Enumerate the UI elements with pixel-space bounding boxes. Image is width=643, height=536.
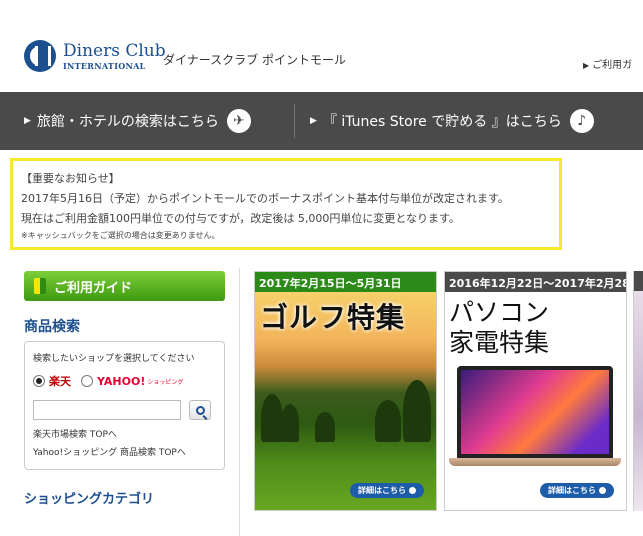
radio-yahoo[interactable] xyxy=(81,375,93,387)
pc-banner-title-line1: パソコン xyxy=(449,298,550,327)
yahoo-shopping-sub: ショッピング xyxy=(147,378,184,386)
notice-line1: 2017年5月16日（予定）からポイントモールでのボーナスポイント基本付与単位が… xyxy=(21,192,509,205)
product-search-box: 検索したいショップを選択してください 楽天 YAHOO! ショッピング 楽天市場… xyxy=(24,341,225,470)
site-header: Diners Club INTERNATIONAL ダイナースクラブ ポイントモ… xyxy=(0,0,643,92)
header-guide-link[interactable]: ▶ ご利用ガ xyxy=(583,56,632,71)
header-guide-label: ご利用ガ xyxy=(592,60,633,71)
search-lead-text: 検索したいショップを選択してください xyxy=(33,354,195,364)
yahoo-logo: YAHOO! xyxy=(97,374,146,388)
nav-divider xyxy=(294,104,295,138)
nav-itunes[interactable]: ▶ 『 iTunes Store で貯める 』はこちら ♪ xyxy=(310,92,594,150)
important-notice: 【重要なお知らせ】 2017年5月16日（予定）からポイントモールでのボーナスポ… xyxy=(10,158,562,250)
music-note-icon: ♪ xyxy=(569,109,594,133)
airplane-icon: ✈ xyxy=(226,109,251,133)
radio-rakuten[interactable] xyxy=(33,375,45,387)
beginner-leaf-icon xyxy=(34,278,46,294)
golf-detail-button[interactable]: 詳細はこちら xyxy=(350,483,424,498)
search-input[interactable] xyxy=(33,400,181,420)
nav-hotel-label: 旅館・ホテルの検索はこちら xyxy=(36,114,219,130)
triangle-right-icon: ▶ xyxy=(583,61,590,70)
logo-line1: Diners Club xyxy=(63,40,166,61)
rakuten-top-link[interactable]: 楽天市場検索 TOPへ xyxy=(33,427,216,440)
rakuten-logo: 楽天 xyxy=(49,374,71,388)
triangle-right-icon: ▶ xyxy=(24,116,31,126)
search-button[interactable] xyxy=(189,400,211,420)
notice-line2: 現在はご利用金額100円単位での付与ですが，改定後は 5,000円単位に変更とな… xyxy=(21,212,460,225)
column-divider xyxy=(239,268,240,536)
usage-guide-button[interactable]: ご利用ガイド xyxy=(24,271,225,301)
nav-hotel-search[interactable]: ▶ 旅館・ホテルの検索はこちら ✈ xyxy=(24,92,251,150)
main-navbar: ▶ 旅館・ホテルの検索はこちら ✈ ▶ 『 iTunes Store で貯める … xyxy=(0,92,643,150)
pc-banner-date: 2016年12月22日～2017年2月28日 xyxy=(445,272,626,292)
logo-line2: INTERNATIONAL xyxy=(63,60,146,71)
yahoo-top-link[interactable]: Yahoo!ショッピング 商品検索 TOPへ xyxy=(33,445,216,458)
pc-detail-button[interactable]: 詳細はこちら xyxy=(540,483,614,498)
laptop-base xyxy=(449,458,621,466)
pc-appliance-banner[interactable]: 2016年12月22日～2017年2月28日 パソコン 家電特集 詳細はこちら xyxy=(444,271,627,511)
search-icon xyxy=(195,405,205,415)
site-name: ダイナースクラブ ポイントモール xyxy=(163,53,346,67)
diners-club-logo[interactable]: Diners Club INTERNATIONAL xyxy=(24,40,166,72)
diners-logo-icon xyxy=(24,40,56,72)
laptop-image xyxy=(457,366,613,458)
golf-detail-label: 詳細はこちら xyxy=(358,486,406,495)
golf-banner-date: 2017年2月15日～5月31日 xyxy=(255,272,436,292)
triangle-right-icon: ▶ xyxy=(310,116,317,126)
product-search-heading: 商品検索 xyxy=(24,319,80,335)
arrow-circle-icon xyxy=(599,487,606,494)
pc-detail-label: 詳細はこちら xyxy=(548,486,596,495)
shop-radio-group: 楽天 YAHOO! ショッピング xyxy=(33,371,216,391)
shopping-category-heading: ショッピングカテゴリ xyxy=(24,492,155,507)
partial-next-banner[interactable] xyxy=(633,271,643,511)
nav-itunes-label: 『 iTunes Store で貯める 』はこちら xyxy=(322,114,562,130)
arrow-circle-icon xyxy=(409,487,416,494)
usage-guide-label: ご利用ガイド xyxy=(54,280,133,296)
pc-banner-title-line2: 家電特集 xyxy=(449,328,550,357)
notice-note: ※キャッシュバックをご選択の場合は変更ありません。 xyxy=(21,231,220,240)
notice-title: 【重要なお知らせ】 xyxy=(21,172,120,185)
golf-feature-banner[interactable]: 2017年2月15日～5月31日 ゴルフ特集 詳細はこちら xyxy=(254,271,437,511)
golf-banner-title: ゴルフ特集 xyxy=(260,301,406,334)
